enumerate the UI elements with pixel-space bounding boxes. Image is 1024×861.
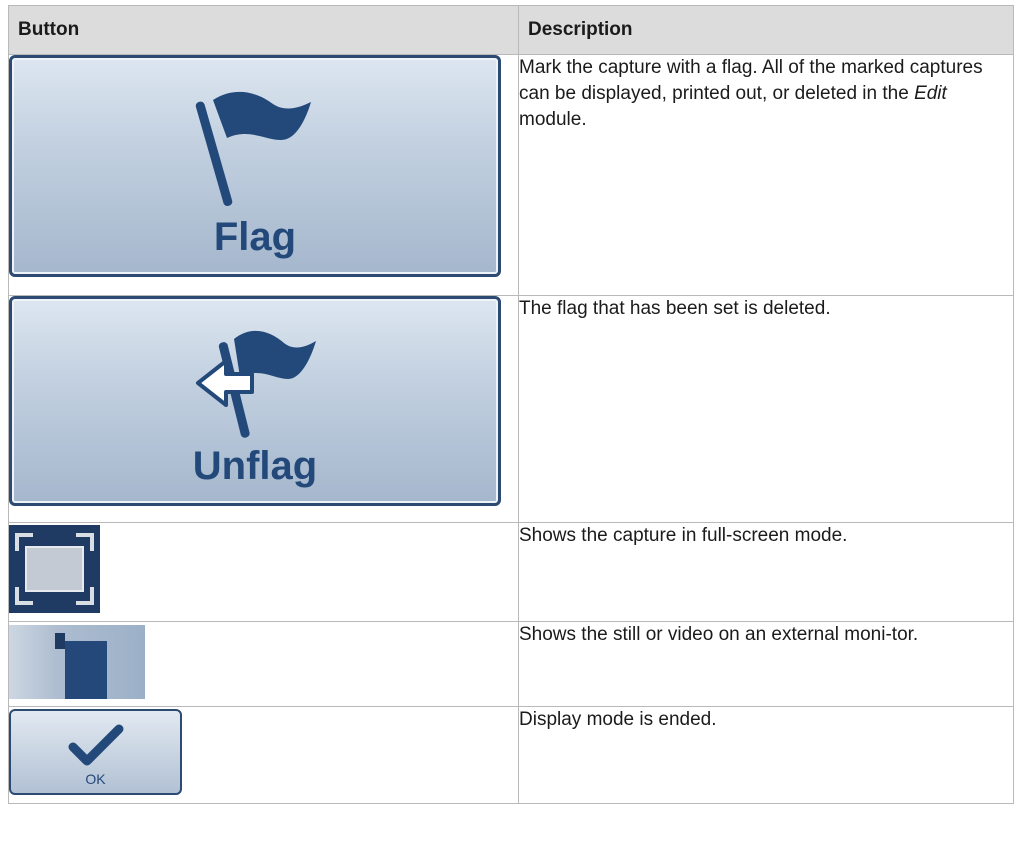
column-header-description: Description [518,5,1014,55]
description-cell: Shows the still or video on an external … [518,621,1014,707]
table-row: Unflag The flag that has been set is del… [8,295,1014,523]
ok-button[interactable]: OK [9,709,182,795]
button-cell: Flag [8,54,519,296]
table-row: OK Display mode is ended. [8,706,1014,804]
external-monitor-button[interactable] [9,625,145,699]
table-row: Flag Mark the capture with a flag. All o… [8,54,1014,296]
description-cell: Shows the capture in full-screen mode. [518,522,1014,622]
description-cell: Display mode is ended. [518,706,1014,804]
button-cell: Unflag [8,295,519,523]
fullscreen-icon [15,533,94,605]
table-row: Shows the capture in full-screen mode. [8,522,1014,622]
unflag-button[interactable]: Unflag [9,296,501,506]
button-cell: OK [8,706,519,804]
button-cell [8,522,519,622]
description-text-end: module. [519,109,587,130]
button-description-table: Button Description Flag Mark the capture… [8,5,1014,804]
description-cell: Mark the capture with a flag. All of the… [518,54,1014,296]
description-cell: The flag that has been set is deleted. [518,295,1014,523]
checkmark-icon [68,724,124,766]
unflag-button-label: Unflag [192,444,318,488]
flag-icon [195,91,311,206]
fullscreen-button[interactable] [9,525,100,613]
column-header-button: Button [8,5,519,55]
table-row: Shows the still or video on an external … [8,621,1014,707]
flag-button[interactable]: Flag [9,55,501,277]
unflag-icon [196,330,316,438]
ok-button-label: OK [85,771,106,787]
module-name: Edit [914,83,947,104]
flag-button-label: Flag [213,215,297,259]
external-monitor-icon [55,633,107,699]
button-cell [8,621,519,707]
